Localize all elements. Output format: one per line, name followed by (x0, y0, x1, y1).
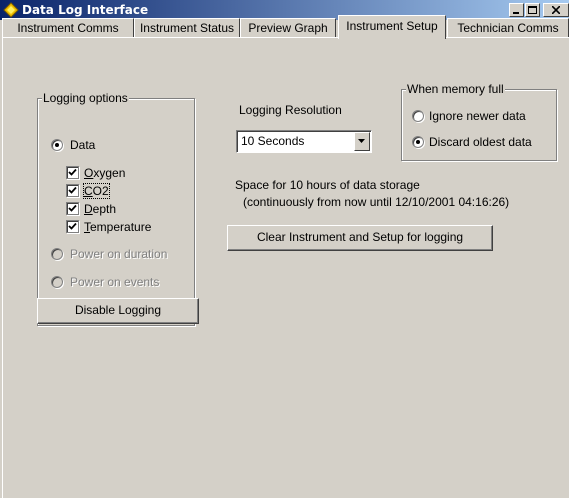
app-logo-icon (3, 2, 19, 18)
data-radio-label: Data (70, 138, 96, 152)
dropdown-button[interactable] (354, 132, 370, 151)
title-bar[interactable]: Data Log Interface (0, 0, 569, 20)
ignore-newer-label: Ignore newer data (429, 109, 526, 123)
minimize-button[interactable] (509, 3, 524, 17)
maximize-icon (528, 6, 537, 14)
tab-technician-comms[interactable]: Technician Comms (447, 18, 569, 38)
temperature-checkbox[interactable] (66, 220, 79, 233)
instrument-setup-panel: Logging options Data Oxygen CO2 Depth Te… (2, 37, 569, 498)
discard-oldest-radio[interactable] (412, 136, 424, 148)
temperature-label: Temperature (84, 220, 152, 234)
tab-instrument-status[interactable]: Instrument Status (134, 18, 240, 38)
app-window: Data Log Interface Instrument Comms Inst… (0, 0, 569, 498)
logging-options-title: Logging options (42, 91, 129, 105)
close-icon (552, 6, 560, 14)
power-on-events-radio[interactable] (51, 276, 63, 288)
depth-checkbox[interactable] (66, 202, 79, 215)
checkmark-icon (68, 204, 77, 212)
oxygen-label: Oxygen (84, 166, 126, 180)
chevron-down-icon (358, 139, 365, 143)
memory-full-group: When memory full Ignore newer data Disca… (401, 82, 557, 161)
disable-logging-button[interactable]: Disable Logging (37, 298, 199, 324)
logging-resolution-value: 10 Seconds (241, 134, 305, 148)
co2-checkbox[interactable] (66, 184, 79, 197)
logging-resolution-select[interactable]: 10 Seconds (236, 130, 372, 153)
oxygen-checkbox[interactable] (66, 166, 79, 179)
depth-label: Depth (84, 202, 117, 216)
tab-instrument-comms[interactable]: Instrument Comms (2, 18, 134, 38)
logging-options-group: Logging options Data Oxygen CO2 Depth Te… (37, 91, 195, 326)
power-on-duration-radio[interactable] (51, 248, 63, 260)
window-title: Data Log Interface (22, 3, 149, 17)
storage-duration-text: (continuously from now until 12/10/2001 … (243, 195, 510, 209)
checkmark-icon (68, 222, 77, 230)
storage-space-text: Space for 10 hours of data storage (235, 178, 420, 192)
maximize-button[interactable] (525, 3, 540, 17)
power-on-duration-label: Power on duration (70, 247, 168, 261)
close-button[interactable] (543, 3, 569, 17)
ignore-newer-radio[interactable] (412, 110, 424, 122)
memory-full-title: When memory full (406, 82, 505, 96)
clear-instrument-button[interactable]: Clear Instrument and Setup for logging (227, 225, 493, 251)
co2-label: CO2 (83, 183, 110, 199)
tab-preview-graph[interactable]: Preview Graph (240, 18, 336, 38)
logging-resolution-label: Logging Resolution (239, 103, 342, 117)
checkmark-icon (68, 186, 77, 194)
discard-oldest-label: Discard oldest data (429, 135, 532, 149)
tab-instrument-setup[interactable]: Instrument Setup (338, 15, 446, 39)
power-on-events-label: Power on events (70, 275, 160, 289)
checkmark-icon (68, 168, 77, 176)
minimize-icon (512, 12, 519, 14)
data-radio[interactable] (51, 139, 63, 151)
